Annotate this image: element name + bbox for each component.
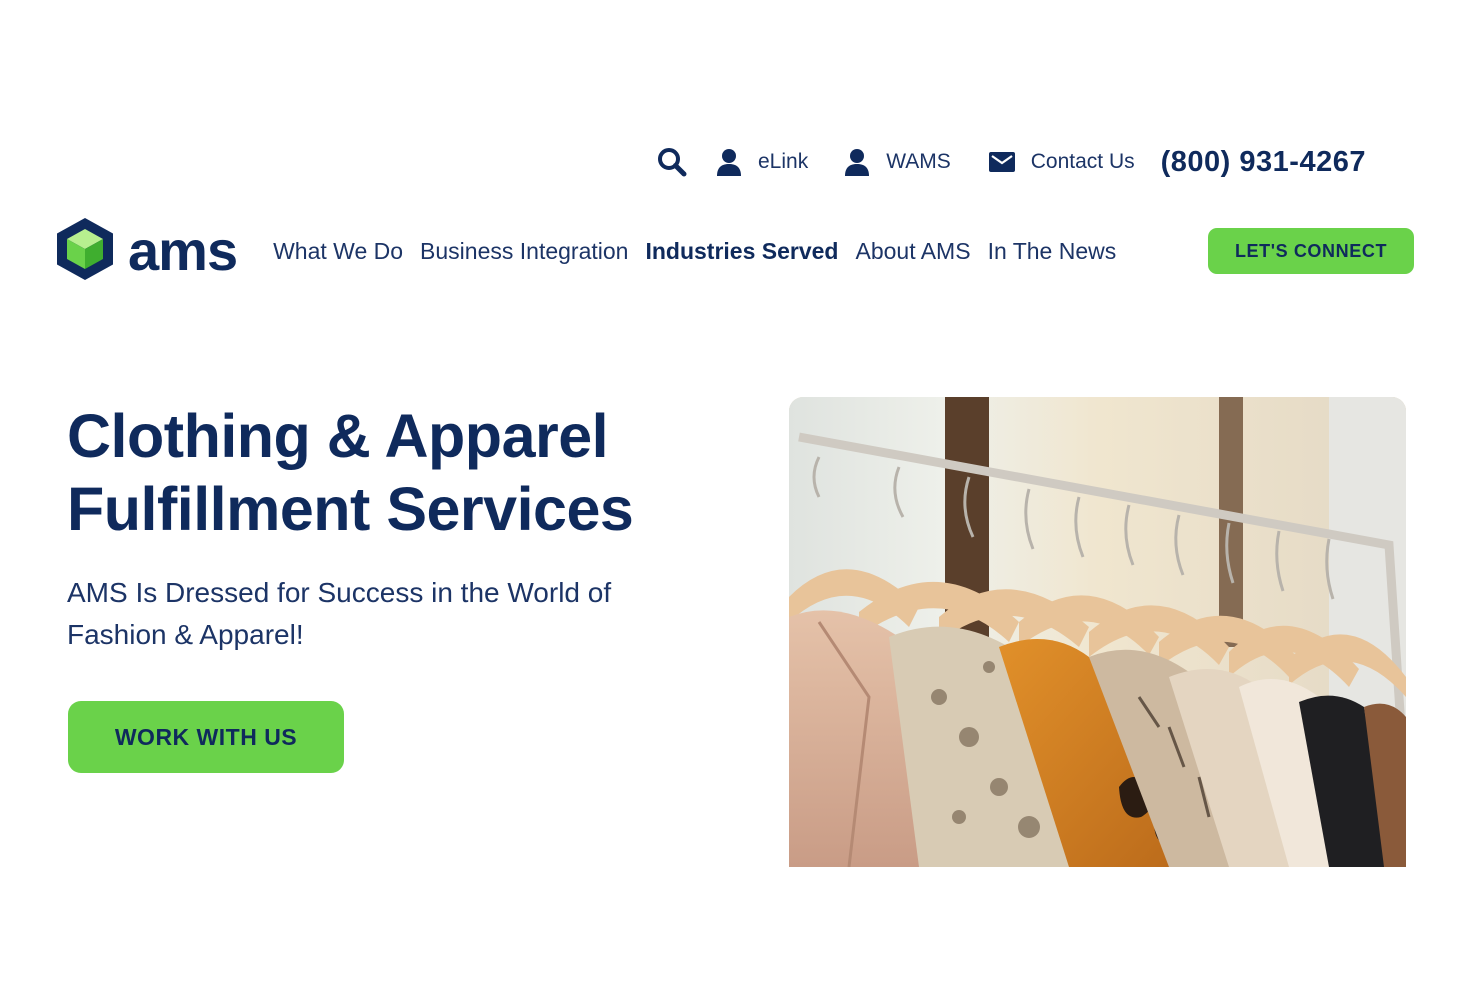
nav-what-we-do[interactable]: What We Do (273, 238, 403, 265)
phone-number-link[interactable]: (800) 931-4267 (1161, 146, 1366, 179)
hero-subtitle-line: Fashion & Apparel! (67, 619, 304, 650)
logo[interactable]: ams (52, 216, 238, 287)
mail-icon (988, 152, 1015, 172)
clothing-rack-photo (789, 397, 1406, 867)
search-icon (656, 146, 688, 178)
hero-title-line: Fulfillment Services (67, 475, 634, 543)
cube-logo-icon (52, 216, 118, 287)
main-nav: ams What We Do Business Integration Indu… (52, 216, 1414, 287)
wams-link[interactable]: WAMS (844, 148, 951, 176)
wams-label: WAMS (886, 150, 951, 173)
contact-us-label: Contact Us (1030, 150, 1135, 173)
nav-about-ams[interactable]: About AMS (855, 238, 970, 265)
user-icon (844, 148, 870, 176)
hero-title-line: Clothing & Apparel (67, 402, 609, 470)
work-with-us-button[interactable]: WORK WITH US (68, 701, 344, 773)
nav-industries-served[interactable]: Industries Served (645, 238, 838, 265)
search-button[interactable] (656, 146, 688, 178)
nav-links: What We Do Business Integration Industri… (273, 238, 1133, 265)
nav-in-the-news[interactable]: In The News (988, 238, 1117, 265)
logo-wordmark: ams (128, 219, 238, 282)
hero-subtitle: AMS Is Dressed for Success in the World … (67, 572, 707, 656)
page: eLink WAMS Contact Us (800) 931-4267 ams… (0, 0, 1480, 987)
utility-bar: eLink WAMS Contact Us (800) 931-4267 (656, 142, 1366, 182)
user-icon (716, 148, 742, 176)
elink-label: eLink (758, 150, 809, 173)
hero-title: Clothing & Apparel Fulfillment Services (67, 400, 767, 546)
hero-subtitle-line: AMS Is Dressed for Success in the World … (67, 577, 612, 608)
nav-business-integration[interactable]: Business Integration (420, 238, 628, 265)
lets-connect-button[interactable]: LET'S CONNECT (1208, 228, 1414, 274)
elink-link[interactable]: eLink (716, 148, 808, 176)
contact-us-link[interactable]: Contact Us (988, 150, 1135, 174)
